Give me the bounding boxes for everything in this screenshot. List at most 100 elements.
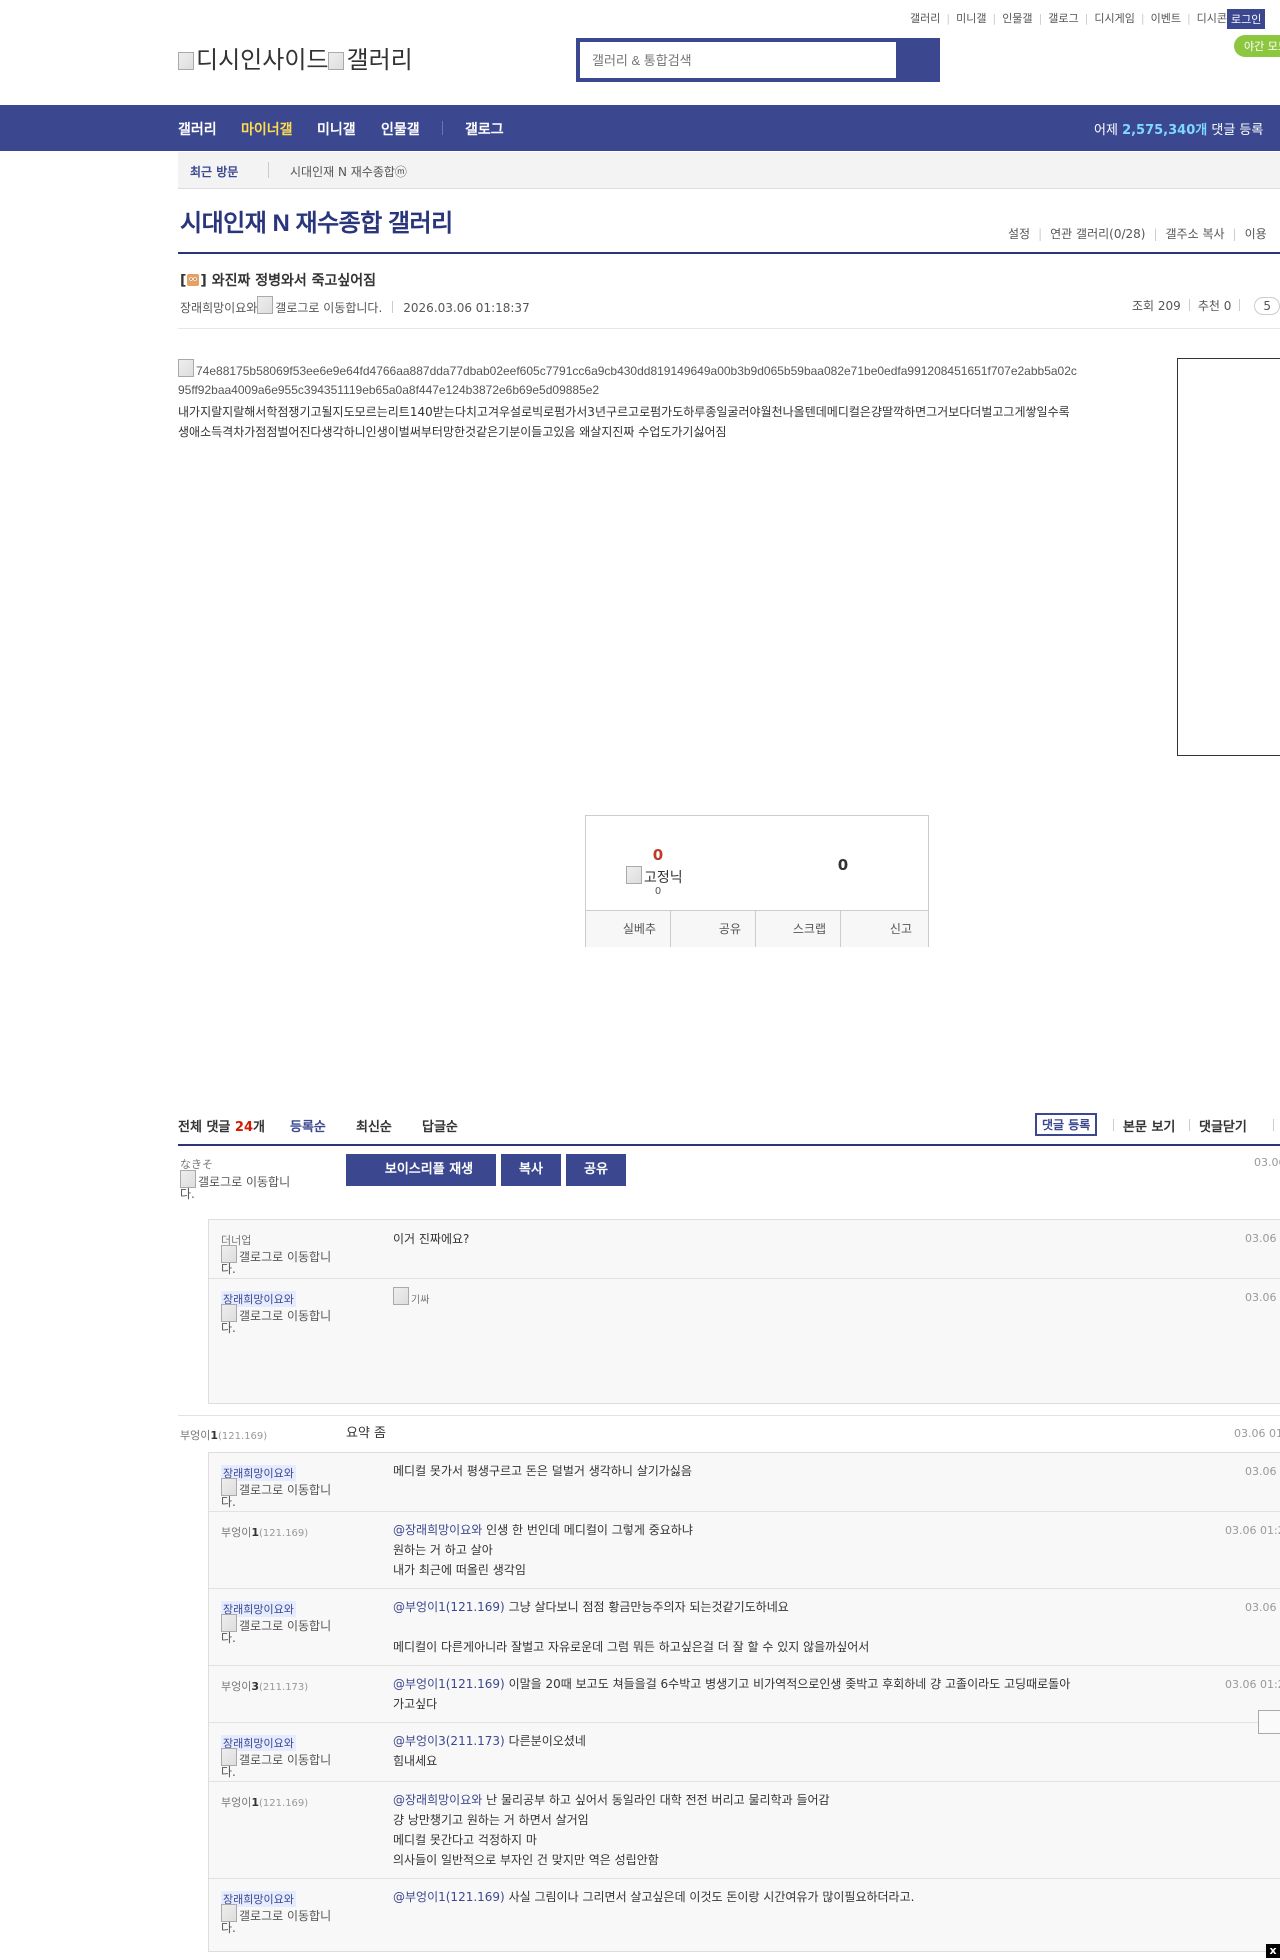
reply-nick[interactable]: 부엉이1(121.169) (221, 1794, 308, 1810)
search-button[interactable] (896, 42, 936, 78)
reply-item: 장래희망이요와 갤로그로 이동합니다. 기싸 03.06 0 (209, 1279, 1280, 1403)
top-link-gallery[interactable]: 갤러리 (904, 10, 946, 26)
reply-text: @장래희망이요와 인생 한 번인데 메디컬이 그렇게 중요하냐 원하는 거 하고 … (393, 1523, 693, 1577)
downvote-count[interactable]: 0 (771, 856, 915, 874)
broken-image-icon (178, 359, 194, 377)
reply-mention[interactable]: @장래희망이요와 (393, 1793, 482, 1807)
reply-list: 장래희망이요와 갤로그로 이동합니다. 메디컬 못가서 평생구르고 돈은 덜벌거… (208, 1452, 1280, 1952)
gallog-link[interactable]: 갤로그로 이동합니다. (180, 1170, 304, 1200)
close-comments-button[interactable]: 댓글닫기 (1199, 1116, 1247, 1135)
post-author-gallog-alt[interactable]: 갤로그로 이동합니다. (275, 301, 382, 315)
comments-header: 전체 댓글 24개 등록순 최신순 답글순 댓글 등록 본문 보기 댓글닫기 (178, 1113, 1280, 1146)
night-mode-button[interactable]: 야간 모드 (1234, 35, 1280, 57)
gallery-title[interactable]: 시대인재 N 재수종합 갤러리 (180, 203, 453, 238)
fixed-nick-count: 0 (654, 886, 662, 897)
divider (268, 162, 269, 178)
post-date: 2026.03.06 01:18:37 (403, 301, 530, 315)
sort-latest[interactable]: 최신순 (356, 1116, 392, 1135)
vote-actions: 실베추 공유 스크랩 신고 (586, 910, 928, 947)
post-views: 조회 209 (1132, 299, 1181, 313)
recent-visits-label: 최근 방문 (190, 165, 239, 179)
reply-text: @부엉이1(121.169) 사실 그림이나 그리면서 살고싶은데 이것도 돈이… (393, 1890, 915, 1904)
title-divider (178, 252, 1280, 254)
comment-count-badge[interactable]: 5 (1254, 297, 1280, 315)
reply-text: @부엉이1(121.169) 이말을 20때 보고도 쳐들을걸 6수박고 병생기… (393, 1677, 1071, 1711)
reply-list: 더너업 갤로그로 이동합니다. 이거 진짜에요? 03.06 0 장래희망이요와… (208, 1219, 1280, 1404)
yesterday-comment-count: 어제 2,575,340개 댓글 등록 (1094, 123, 1264, 138)
reply-item: 부엉이1(121.169) @장래희망이요와 인생 한 번인데 메디컬이 그렇게… (209, 1512, 1280, 1589)
nav-person-gallery[interactable]: 인물갤 (381, 119, 420, 139)
site-logo[interactable]: 디시인사이드 갤러리 (178, 40, 413, 75)
top-link-gallog[interactable]: 갤로그 (1042, 10, 1084, 26)
broken-image-icon (221, 1304, 237, 1322)
reply-mention[interactable]: @부엉이1(121.169) (393, 1890, 505, 1904)
owl-icon (187, 274, 200, 286)
broken-image-icon (257, 296, 274, 314)
reply-item: 부엉이3(211.173) @부엉이1(121.169) 이말을 20때 보고도… (209, 1666, 1280, 1723)
main-nav: 갤러리 마이너갤 미니갤 인물갤 갤로그 어제 2,575,340개 댓글 등록 (0, 105, 1280, 151)
broken-image-icon (178, 52, 194, 70)
broken-image-icon (221, 1478, 237, 1496)
reply-nick[interactable]: 부엉이3(211.173) (221, 1678, 308, 1694)
gallog-link[interactable]: 갤로그로 이동합니다. (221, 1614, 345, 1644)
search-input[interactable] (580, 42, 896, 78)
top-link-mini[interactable]: 미니갤 (950, 10, 992, 26)
logo-alt-gallery: 갤러리 (346, 47, 413, 74)
reply-date: 03.06 01:2 (1225, 1524, 1280, 1537)
gallog-link[interactable]: 갤로그로 이동합니다. (221, 1304, 345, 1334)
nav-gallog[interactable]: 갤로그 (465, 119, 504, 139)
reply-item: 장래희망이요와 갤로그로 이동합니다. @부엉이3(211.173) 다른분이오… (209, 1723, 1280, 1782)
reply-mention[interactable]: @부엉이1(121.169) (393, 1677, 505, 1691)
broken-image-icon (180, 1170, 196, 1188)
reply-mention[interactable]: @부엉이1(121.169) (393, 1600, 505, 1614)
realbest-button[interactable]: 실베추 (586, 911, 671, 947)
sort-replies[interactable]: 답글순 (422, 1116, 458, 1135)
sticky-ad-thumb[interactable] (1258, 1710, 1280, 1734)
sort-registered[interactable]: 등록순 (290, 1116, 326, 1135)
reply-mention[interactable]: @장래희망이요와 (393, 1523, 482, 1537)
reply-text: @부엉이1(121.169) 그냥 살다보니 점점 황금만능주의자 되는것같기도… (393, 1600, 870, 1654)
gallog-link[interactable]: 갤로그로 이동합니다. (221, 1245, 345, 1275)
voice-share-button[interactable]: 공유 (566, 1154, 626, 1186)
nav-divider (442, 121, 443, 135)
gallog-link[interactable]: 갤로그로 이동합니다. (221, 1478, 345, 1508)
gallery-settings-link[interactable]: 설정 (1000, 225, 1038, 242)
top-link-person[interactable]: 인물갤 (996, 10, 1038, 26)
reply-mention[interactable]: @부엉이3(211.173) (393, 1734, 505, 1748)
reply-date: 03.06 0 (1245, 1232, 1280, 1245)
broken-image-icon (626, 866, 642, 884)
report-button[interactable]: 신고 (841, 911, 926, 947)
scrap-button[interactable]: 스크랩 (756, 911, 841, 947)
top-link-event[interactable]: 이벤트 (1145, 10, 1187, 26)
nav-mini-gallery[interactable]: 미니갤 (317, 119, 356, 139)
search-icon (896, 42, 936, 78)
close-icon[interactable]: x (1266, 1944, 1280, 1958)
copy-gallery-url-link[interactable]: 갤주소 복사 (1158, 225, 1233, 242)
post-title-text: 와진짜 정병와서 죽고싶어짐 (211, 273, 376, 289)
reply-nick[interactable]: 부엉이1(121.169) (221, 1524, 308, 1540)
related-galleries-link[interactable]: 연관 갤러리(0/28) (1042, 225, 1153, 242)
comment-nick[interactable]: 부엉이1(121.169) (180, 1427, 267, 1443)
copy-button[interactable]: 복사 (501, 1154, 561, 1186)
nav-minor-gallery[interactable]: 마이너갤 (241, 119, 293, 139)
login-button[interactable]: 로그인 (1227, 9, 1266, 29)
comment-register-button[interactable]: 댓글 등록 (1035, 1113, 1098, 1136)
gallog-link[interactable]: 갤로그로 이동합니다. (221, 1904, 345, 1934)
reply-text: @장래희망이요와 난 물리공부 하고 싶어서 동일라인 대학 전전 버리고 물리… (393, 1793, 830, 1867)
nav-gallery[interactable]: 갤러리 (178, 119, 217, 139)
top-link-dcgame[interactable]: 디시게임 (1088, 10, 1140, 26)
usage-link[interactable]: 이용 (1237, 225, 1275, 242)
reply-date: 03.06 01:2 (1225, 1678, 1280, 1691)
post-image: 74e88175b58069f53ee6e9e64fd4766aa887dda7… (178, 359, 1078, 400)
post-title: [] 와진짜 정병와서 죽고싶어짐 (180, 273, 376, 289)
post-author[interactable]: 장래희망이요와 (180, 301, 257, 315)
reply-text: 이거 진짜에요? (393, 1232, 470, 1246)
view-body-button[interactable]: 본문 보기 (1123, 1116, 1175, 1135)
broken-image-icon (221, 1904, 237, 1922)
gallog-link[interactable]: 갤로그로 이동합니다. (221, 1748, 345, 1778)
voice-reply-play-button[interactable]: 보이스리플 재생 (346, 1154, 496, 1186)
share-button[interactable]: 공유 (671, 911, 756, 947)
reply-text: 메디컬 못가서 평생구르고 돈은 덜벌거 생각하니 살기가싫음 (393, 1464, 692, 1478)
upvote-count[interactable]: 0 (586, 846, 730, 864)
recent-gallery-link[interactable]: 시대인재 N 재수종합ⓜ (290, 163, 407, 180)
